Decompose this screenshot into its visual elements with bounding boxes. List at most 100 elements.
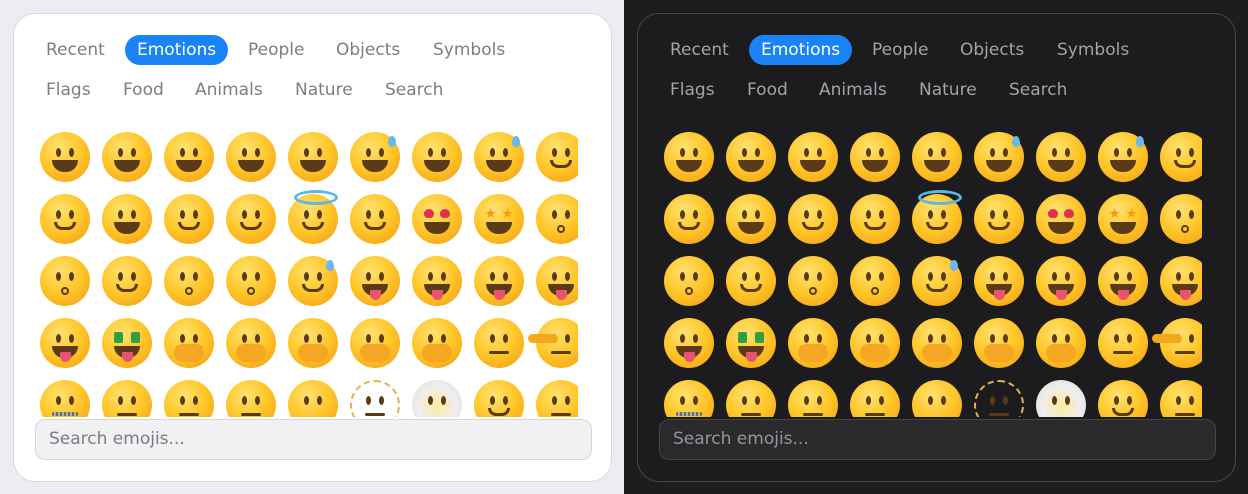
unamused-face-emoji[interactable]: [536, 380, 578, 417]
tab-nature[interactable]: Nature: [283, 75, 365, 105]
grinning-face-emoji[interactable]: [664, 132, 714, 182]
expressionless-face-emoji[interactable]: [850, 380, 900, 417]
squinting-face-tongue-emoji[interactable]: [664, 318, 714, 368]
upside-down-face-emoji[interactable]: [664, 194, 714, 244]
zipper-mouth-face-emoji[interactable]: [664, 380, 714, 417]
beaming-face-emoji[interactable]: [850, 132, 900, 182]
search-emojis-input[interactable]: Search emojis...: [35, 419, 592, 460]
tab-people[interactable]: People: [860, 35, 940, 65]
face-peeking-eye-emoji[interactable]: [350, 318, 400, 368]
rolling-on-floor-laughing-emoji[interactable]: [1036, 132, 1086, 182]
smiling-face-emoji[interactable]: [102, 256, 152, 306]
slightly-smiling-face-emoji[interactable]: [1160, 132, 1202, 182]
tab-symbols[interactable]: Symbols: [421, 35, 517, 65]
tab-people[interactable]: People: [236, 35, 316, 65]
kissing-face-smiling-eyes-emoji[interactable]: [226, 256, 276, 306]
rolling-on-floor-laughing-emoji[interactable]: [412, 132, 462, 182]
tab-symbols[interactable]: Symbols: [1045, 35, 1141, 65]
tab-recent[interactable]: Recent: [658, 35, 741, 65]
face-with-tongue-emoji[interactable]: [412, 256, 462, 306]
melting-face-emoji[interactable]: [102, 194, 152, 244]
kissing-face-emoji[interactable]: [664, 256, 714, 306]
face-blowing-kiss-emoji[interactable]: [536, 194, 578, 244]
grinning-face-sweat-emoji[interactable]: [350, 132, 400, 182]
face-savoring-food-emoji[interactable]: [974, 256, 1024, 306]
grinning-squinting-face-emoji[interactable]: [912, 132, 962, 182]
smiling-face-hearts-emoji[interactable]: [350, 194, 400, 244]
thinking-face-emoji[interactable]: [1098, 318, 1148, 368]
melting-face-emoji[interactable]: [726, 194, 776, 244]
tab-objects[interactable]: Objects: [948, 35, 1036, 65]
kissing-face-smiling-eyes-emoji[interactable]: [850, 256, 900, 306]
beaming-face-emoji[interactable]: [226, 132, 276, 182]
grinning-squinting-face-emoji[interactable]: [288, 132, 338, 182]
winking-face-emoji[interactable]: [164, 194, 214, 244]
dotted-line-face-emoji[interactable]: [974, 380, 1024, 417]
smiling-face-heart-eyes-emoji[interactable]: [412, 194, 462, 244]
squinting-face-tongue-emoji[interactable]: [40, 318, 90, 368]
face-hand-over-mouth-emoji[interactable]: [850, 318, 900, 368]
neutral-face-emoji[interactable]: [788, 380, 838, 417]
smiling-face-big-eyes-emoji[interactable]: [102, 132, 152, 182]
smiling-face-big-eyes-emoji[interactable]: [726, 132, 776, 182]
grinning-face-sweat-emoji[interactable]: [974, 132, 1024, 182]
search-emojis-input[interactable]: Search emojis...: [659, 419, 1216, 460]
unamused-face-emoji[interactable]: [1160, 380, 1202, 417]
tab-emotions[interactable]: Emotions: [125, 35, 229, 65]
zany-face-emoji[interactable]: [536, 256, 578, 306]
smirking-face-emoji[interactable]: [1098, 380, 1148, 417]
face-with-tongue-emoji[interactable]: [1036, 256, 1086, 306]
smirking-face-emoji[interactable]: [474, 380, 524, 417]
smiling-face-tear-emoji[interactable]: [912, 256, 962, 306]
smiling-face-smiling-eyes-emoji[interactable]: [226, 194, 276, 244]
winking-face-tongue-emoji[interactable]: [474, 256, 524, 306]
face-raised-eyebrow-emoji[interactable]: [102, 380, 152, 417]
face-blowing-kiss-emoji[interactable]: [1160, 194, 1202, 244]
star-struck-emoji[interactable]: [1098, 194, 1148, 244]
tab-recent[interactable]: Recent: [34, 35, 117, 65]
zany-face-emoji[interactable]: [1160, 256, 1202, 306]
kissing-face-closed-eyes-emoji[interactable]: [788, 256, 838, 306]
tab-animals[interactable]: Animals: [183, 75, 275, 105]
saluting-face-emoji[interactable]: [1152, 318, 1202, 368]
tab-food[interactable]: Food: [111, 75, 176, 105]
tab-animals[interactable]: Animals: [807, 75, 899, 105]
smiling-face-heart-eyes-emoji[interactable]: [1036, 194, 1086, 244]
dotted-line-face-emoji[interactable]: [350, 380, 400, 417]
smiling-face-hearts-emoji[interactable]: [974, 194, 1024, 244]
smiling-face-halo-emoji[interactable]: [288, 190, 338, 244]
star-struck-emoji[interactable]: [474, 194, 524, 244]
tab-food[interactable]: Food: [735, 75, 800, 105]
zipper-mouth-face-emoji[interactable]: [40, 380, 90, 417]
money-mouth-face-emoji[interactable]: [102, 318, 152, 368]
shushing-face-emoji[interactable]: [1036, 318, 1086, 368]
grinning-face-smiling-eyes-emoji[interactable]: [164, 132, 214, 182]
tab-flags[interactable]: Flags: [658, 75, 727, 105]
face-tears-of-joy-emoji[interactable]: [474, 132, 524, 182]
kissing-face-emoji[interactable]: [40, 256, 90, 306]
thinking-face-emoji[interactable]: [474, 318, 524, 368]
face-without-mouth-emoji[interactable]: [912, 380, 962, 417]
tab-search[interactable]: Search: [373, 75, 455, 105]
tab-nature[interactable]: Nature: [907, 75, 989, 105]
smiling-face-open-hands-emoji[interactable]: [164, 318, 214, 368]
smiling-face-halo-emoji[interactable]: [912, 190, 962, 244]
winking-face-emoji[interactable]: [788, 194, 838, 244]
money-mouth-face-emoji[interactable]: [726, 318, 776, 368]
tab-emotions[interactable]: Emotions: [749, 35, 853, 65]
smiling-face-open-hands-emoji[interactable]: [788, 318, 838, 368]
neutral-face-emoji[interactable]: [164, 380, 214, 417]
tab-flags[interactable]: Flags: [34, 75, 103, 105]
slightly-smiling-face-emoji[interactable]: [536, 132, 578, 182]
upside-down-face-emoji[interactable]: [40, 194, 90, 244]
grinning-face-emoji[interactable]: [40, 132, 90, 182]
smiling-face-emoji[interactable]: [726, 256, 776, 306]
smiling-face-smiling-eyes-emoji[interactable]: [850, 194, 900, 244]
face-in-clouds-emoji[interactable]: [1036, 380, 1086, 417]
face-peeking-eye-emoji[interactable]: [974, 318, 1024, 368]
face-hand-over-mouth-emoji[interactable]: [226, 318, 276, 368]
face-raised-eyebrow-emoji[interactable]: [726, 380, 776, 417]
face-open-eyes-hand-over-mouth-emoji[interactable]: [288, 318, 338, 368]
tab-search[interactable]: Search: [997, 75, 1079, 105]
grinning-face-smiling-eyes-emoji[interactable]: [788, 132, 838, 182]
